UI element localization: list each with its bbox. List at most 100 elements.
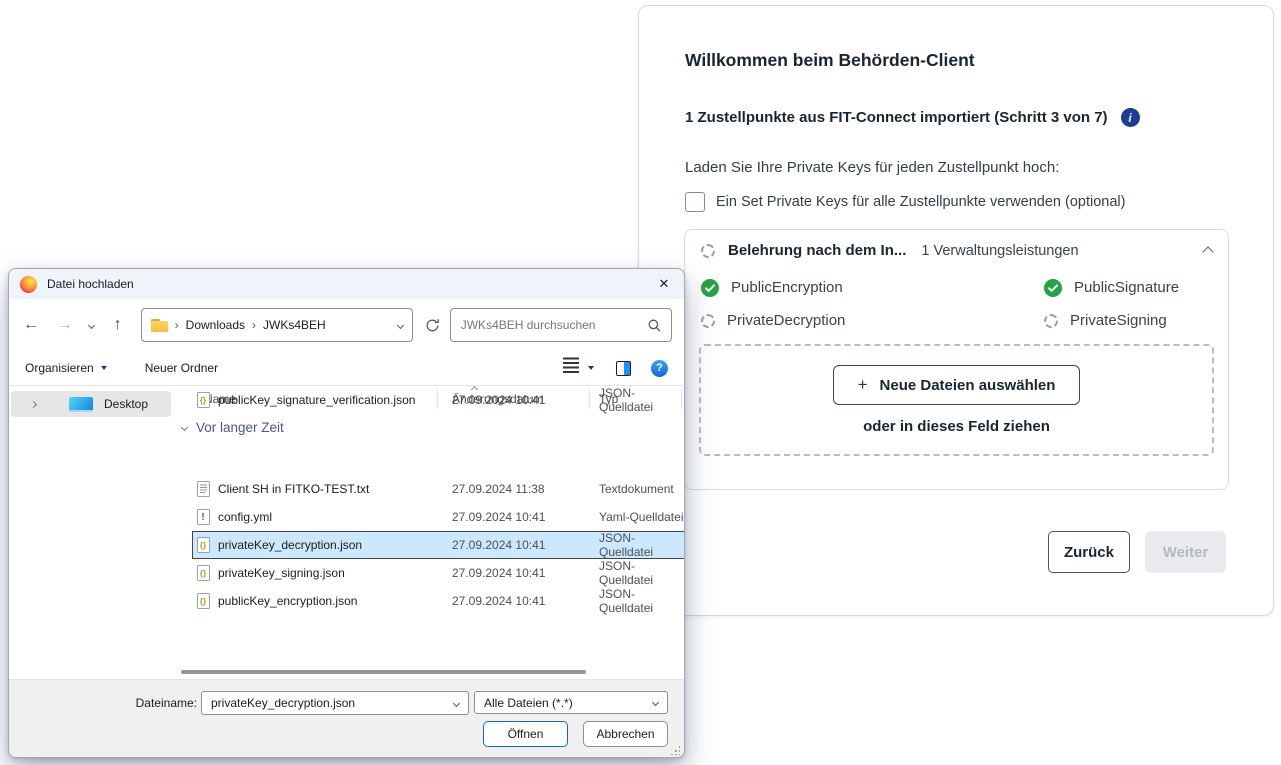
one-set-checkbox[interactable] xyxy=(685,192,705,212)
group-collapse-chevron-icon[interactable] xyxy=(181,424,188,431)
zustellpunkt-name: Belehrung nach dem In... xyxy=(728,242,906,259)
key-status-grid: PublicEncryption PublicSignature Private… xyxy=(701,276,1214,332)
recent-locations-chevron-icon[interactable] xyxy=(88,321,95,328)
back-button[interactable]: Zurück xyxy=(1048,531,1130,573)
up-arrow-icon[interactable]: ↑ xyxy=(108,316,128,334)
resize-grip[interactable] xyxy=(670,745,680,755)
filetype-value: Alle Dateien (*.*) xyxy=(484,696,573,710)
file-row[interactable]: ! config.yml 27.09.2024 10:41 Yaml-Quell… xyxy=(192,503,685,531)
organize-menu[interactable]: Organisieren xyxy=(25,361,107,375)
file-row-selected[interactable]: {} privateKey_decryption.json 27.09.2024… xyxy=(192,531,685,559)
json-file-icon: {} xyxy=(196,565,210,582)
file-date: 27.09.2024 10:41 xyxy=(452,538,545,552)
pending-circle-icon xyxy=(701,244,715,258)
filetype-combobox[interactable]: Alle Dateien (*.*) xyxy=(474,691,668,714)
plus-icon: + xyxy=(858,375,868,395)
file-name: publicKey_encryption.json xyxy=(218,594,357,608)
file-group-header[interactable]: Vor langer Zeit xyxy=(182,420,284,435)
file-type: JSON-Quelldatei xyxy=(599,587,685,615)
one-set-checkbox-row: Ein Set Private Keys für alle Zustellpun… xyxy=(685,192,1125,212)
file-date: 27.09.2024 10:41 xyxy=(452,510,545,524)
info-icon[interactable]: i xyxy=(1121,108,1140,127)
zustellpunkt-card: Belehrung nach dem In... 1 Verwaltungsle… xyxy=(684,229,1229,490)
text-file-icon xyxy=(196,481,210,498)
json-file-icon: {} xyxy=(196,392,210,409)
file-name: privateKey_decryption.json xyxy=(218,538,362,552)
file-name: privateKey_signing.json xyxy=(218,566,345,580)
file-type: JSON-Quelldatei xyxy=(599,531,685,559)
key-status-private-signing: PrivateSigning xyxy=(1044,309,1214,332)
open-button[interactable]: Öffnen xyxy=(483,721,568,747)
yaml-file-icon: ! xyxy=(196,509,210,526)
back-arrow-icon[interactable]: ← xyxy=(21,316,41,334)
filename-input[interactable] xyxy=(211,696,454,710)
key-status-private-decryption: PrivateDecryption xyxy=(701,309,1044,332)
filename-combobox[interactable] xyxy=(201,691,469,715)
dialog-toolbar: Organisieren Neuer Ordner ? xyxy=(9,351,684,385)
dialog-navbar: ← → ↑ › Downloads › JWKs4BEH xyxy=(9,299,684,351)
address-dropdown-chevron-icon[interactable] xyxy=(397,321,404,328)
sidebar-item-desktop[interactable]: Desktop xyxy=(11,391,171,417)
file-row[interactable]: {} publicKey_encryption.json 27.09.2024 … xyxy=(192,587,685,615)
refresh-icon[interactable] xyxy=(425,318,440,333)
file-type: Yaml-Quelldatei xyxy=(599,510,683,524)
file-upload-dialog: Datei hochladen ✕ ← → ↑ › Downloads › JW… xyxy=(8,268,685,758)
close-icon[interactable]: ✕ xyxy=(655,276,673,292)
dialog-main: Desktop Name Änderungsdatum Typ Vor lang… xyxy=(9,386,684,666)
file-name: publicKey_signature_verification.json xyxy=(218,393,415,407)
step-heading-row: 1 Zustellpunkte aus FIT-Connect importie… xyxy=(685,108,1140,127)
file-type: JSON-Quelldatei xyxy=(599,386,685,414)
help-icon[interactable]: ? xyxy=(651,360,668,377)
file-row[interactable]: Client SH in FITKO-TEST.txt 27.09.2024 1… xyxy=(192,475,685,503)
zustellpunkt-header[interactable]: Belehrung nach dem In... 1 Verwaltungsle… xyxy=(701,242,1212,259)
view-options-caret-icon[interactable] xyxy=(588,366,594,370)
caret-down-icon xyxy=(101,366,107,370)
file-name: Client SH in FITKO-TEST.txt xyxy=(218,482,369,496)
group-label: Vor langer Zeit xyxy=(196,420,284,435)
json-file-icon: {} xyxy=(196,537,210,554)
search-icon xyxy=(648,319,661,332)
file-name: config.yml xyxy=(218,510,272,524)
cancel-button[interactable]: Abbrechen xyxy=(583,721,668,747)
organize-label: Organisieren xyxy=(25,361,94,375)
services-count: 1 Verwaltungsleistungen xyxy=(921,243,1078,259)
check-circle-icon xyxy=(1044,279,1062,297)
list-view-icon[interactable] xyxy=(563,362,579,364)
preview-pane-icon[interactable] xyxy=(616,361,631,376)
expand-chevron-icon[interactable] xyxy=(30,400,37,407)
dialog-footer: Dateiname: Alle Dateien (*.*) Öffnen Abb… xyxy=(9,679,684,758)
pending-circle-icon xyxy=(701,314,715,328)
combo-chevron-icon[interactable] xyxy=(652,699,659,706)
breadcrumb-separator: › xyxy=(252,318,256,332)
next-button[interactable]: Weiter xyxy=(1145,531,1226,573)
breadcrumb-downloads[interactable]: Downloads xyxy=(186,318,245,332)
breadcrumb-jwks4beh[interactable]: JWKs4BEH xyxy=(263,318,326,332)
new-folder-button[interactable]: Neuer Ordner xyxy=(145,361,218,375)
address-bar[interactable]: › Downloads › JWKs4BEH xyxy=(141,308,413,342)
file-date: 27.09.2024 10:41 xyxy=(452,566,545,580)
forward-arrow-icon[interactable]: → xyxy=(55,316,75,334)
sidebar-item-label: Desktop xyxy=(104,397,148,411)
key-label: PublicSignature xyxy=(1074,279,1179,296)
onboarding-card: Willkommen beim Behörden-Client 1 Zustel… xyxy=(638,5,1274,616)
search-box[interactable] xyxy=(450,308,672,342)
file-row[interactable]: {} privateKey_signing.json 27.09.2024 10… xyxy=(192,559,685,587)
file-dropzone[interactable]: + Neue Dateien auswählen oder in dieses … xyxy=(699,344,1214,456)
folder-icon xyxy=(151,319,168,332)
file-date: 27.09.2024 10:41 xyxy=(452,393,545,407)
file-type: JSON-Quelldatei xyxy=(599,559,685,587)
json-file-icon: {} xyxy=(196,593,210,610)
search-input[interactable] xyxy=(461,318,648,332)
pending-circle-icon xyxy=(1044,314,1058,328)
desktop-icon xyxy=(69,397,93,412)
key-label: PublicEncryption xyxy=(731,279,843,296)
horizontal-scrollbar-track xyxy=(176,666,684,679)
screen: Willkommen beim Behörden-Client 1 Zustel… xyxy=(0,0,1281,765)
horizontal-scrollbar-thumb[interactable] xyxy=(181,670,586,674)
file-row[interactable]: {} publicKey_signature_verification.json… xyxy=(192,386,685,414)
key-status-public-signature: PublicSignature xyxy=(1044,276,1214,299)
select-files-button[interactable]: + Neue Dateien auswählen xyxy=(833,365,1081,405)
chevron-up-icon[interactable] xyxy=(1202,246,1213,257)
combo-chevron-icon[interactable] xyxy=(453,699,460,706)
file-list: Name Änderungsdatum Typ Vor langer Zeit … xyxy=(176,386,684,666)
